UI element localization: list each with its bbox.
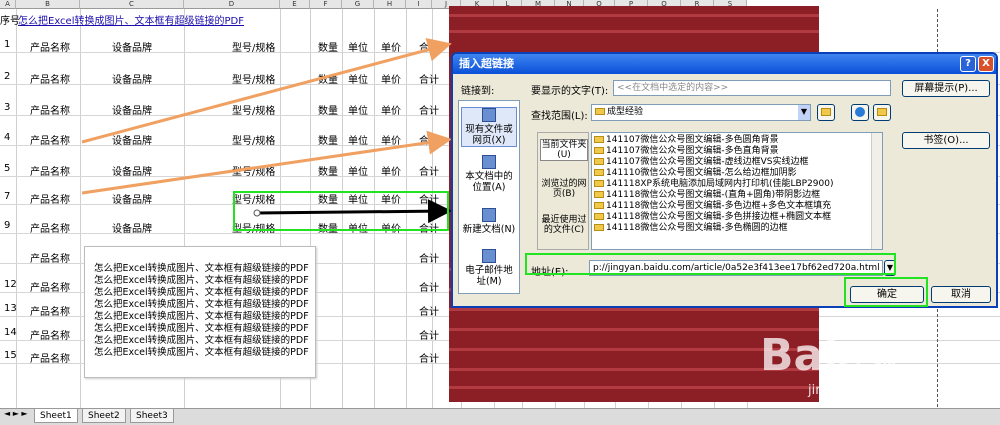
- file-name: 141110微信公众号图文编辑-怎么给边框加阴影: [606, 168, 797, 178]
- tab-sheet1[interactable]: Sheet1: [34, 409, 78, 423]
- highlight-address: [525, 253, 896, 275]
- close-button[interactable]: X: [978, 56, 994, 72]
- highlight-ok: [844, 277, 928, 307]
- folder-icon: [594, 191, 604, 198]
- file-list-item[interactable]: 141107微信公众号图文编辑-多色圆角背景: [592, 135, 882, 146]
- help-button[interactable]: ?: [960, 56, 976, 72]
- link-to-pane: 现有文件或网页(X) 本文档中的位置(A) 新建文档(N) 电子邮件地址(M): [458, 100, 520, 294]
- up-folder-icon[interactable]: [817, 104, 835, 121]
- current-folder-button[interactable]: 当前文件夹(U): [540, 139, 588, 161]
- folder-icon: [594, 169, 604, 176]
- folder-icon: [594, 158, 604, 165]
- file-list-item[interactable]: 141107微信公众号图文编辑-多色直角背景: [592, 146, 882, 157]
- tab-sheet3[interactable]: Sheet3: [130, 409, 174, 423]
- screen-tip-button[interactable]: 屏幕提示(P)...: [902, 80, 990, 97]
- browsed-pages-button[interactable]: 浏览过的网页(B): [540, 179, 588, 199]
- file-list[interactable]: 141107微信公众号图文编辑-多色圆角背景 141107微信公众号图文编辑-多色…: [591, 132, 883, 250]
- link-to-new-doc[interactable]: 新建文档(N): [461, 208, 517, 235]
- highlight-selection: [233, 191, 449, 231]
- look-in-select[interactable]: 成型经验 ▼: [591, 104, 811, 121]
- link-to-email[interactable]: 电子邮件地址(M): [461, 249, 517, 287]
- browse-file-icon[interactable]: [873, 104, 891, 121]
- link-to-email-label: 电子邮件地址(M): [465, 265, 513, 287]
- browse-web-icon[interactable]: [851, 104, 869, 121]
- link-to-place-label: 本文档中的位置(A): [465, 171, 513, 193]
- file-name: 141118微信公众号图文编辑-多色边框+多色文本框填充: [606, 201, 832, 211]
- file-list-item[interactable]: 141110微信公众号图文编辑-怎么给边框加阴影: [592, 168, 882, 179]
- display-text-input[interactable]: <<在文档中选定的内容>>: [613, 80, 891, 96]
- new-document-icon: [482, 208, 496, 222]
- cancel-button[interactable]: 取消: [931, 286, 991, 303]
- folder-icon: [594, 224, 604, 231]
- folder-icon: [594, 147, 604, 154]
- file-name: 141118微信公众号图文编辑-多色椭圆的边框: [606, 223, 788, 233]
- file-name: 141107微信公众号图文编辑-虚线边框VS实线边框: [606, 157, 809, 167]
- link-to-existing-file[interactable]: 现有文件或网页(X): [461, 107, 517, 147]
- browse-mode-pane: 当前文件夹(U) 浏览过的网页(B) 最近使用过的文件(C): [537, 132, 589, 250]
- file-list-scrollbar[interactable]: [871, 133, 882, 249]
- look-in-value: 成型经验: [607, 107, 644, 117]
- file-name: 141118微信公众号图文编辑-多色拼接边框+椭圆文本框: [606, 212, 832, 222]
- document-place-icon: [482, 155, 496, 169]
- globe-file-icon: [482, 108, 496, 122]
- tab-nav-icon[interactable]: ◄ ► ►: [4, 409, 28, 418]
- folder-icon: [595, 108, 605, 115]
- link-to-label: 链接到:: [461, 86, 495, 97]
- file-name: 141118微信公众号图文编辑-(直角+圆角)带阴影边框: [606, 190, 821, 200]
- file-list-item[interactable]: 141118微信公众号图文编辑-多色椭圆的边框: [592, 223, 882, 234]
- orange-arrow-1: [81, 38, 452, 144]
- file-name: 141118XP系统电脑添加局域网内打印机(佳能LBP2900): [606, 179, 834, 189]
- chevron-down-icon[interactable]: ▼: [798, 105, 810, 120]
- look-in-label: 查找范围(L):: [531, 111, 588, 122]
- link-to-existing-file-label: 现有文件或网页(X): [465, 124, 513, 146]
- dialog-title: 插入超链接: [453, 54, 996, 74]
- file-name: 141107微信公众号图文编辑-多色圆角背景: [606, 135, 779, 145]
- orange-arrow-2: [81, 130, 452, 195]
- file-list-item[interactable]: 141118微信公众号图文编辑-(直角+圆角)带阴影边框: [592, 190, 882, 201]
- file-list-item[interactable]: 141118微信公众号图文编辑-多色拼接边框+椭圆文本框: [592, 212, 882, 223]
- file-name: 141107微信公众号图文编辑-多色直角背景: [606, 146, 779, 156]
- file-list-item[interactable]: 141118XP系统电脑添加局域网内打印机(佳能LBP2900): [592, 179, 882, 190]
- folder-icon: [594, 213, 604, 220]
- recent-files-button[interactable]: 最近使用过的文件(C): [540, 215, 588, 235]
- file-list-item[interactable]: 141107微信公众号图文编辑-虚线边框VS实线边框: [592, 157, 882, 168]
- folder-icon: [594, 202, 604, 209]
- folder-icon: [594, 180, 604, 187]
- display-text-label: 要显示的文字(T):: [531, 86, 609, 97]
- email-icon: [482, 249, 496, 263]
- bookmark-button[interactable]: 书签(O)...: [902, 132, 990, 149]
- folder-icon: [594, 136, 604, 143]
- link-to-new-doc-label: 新建文档(N): [462, 224, 516, 235]
- file-list-item[interactable]: 141118微信公众号图文编辑-多色边框+多色文本框填充: [592, 201, 882, 212]
- tab-sheet2[interactable]: Sheet2: [82, 409, 126, 423]
- link-to-place-in-doc[interactable]: 本文档中的位置(A): [461, 155, 517, 193]
